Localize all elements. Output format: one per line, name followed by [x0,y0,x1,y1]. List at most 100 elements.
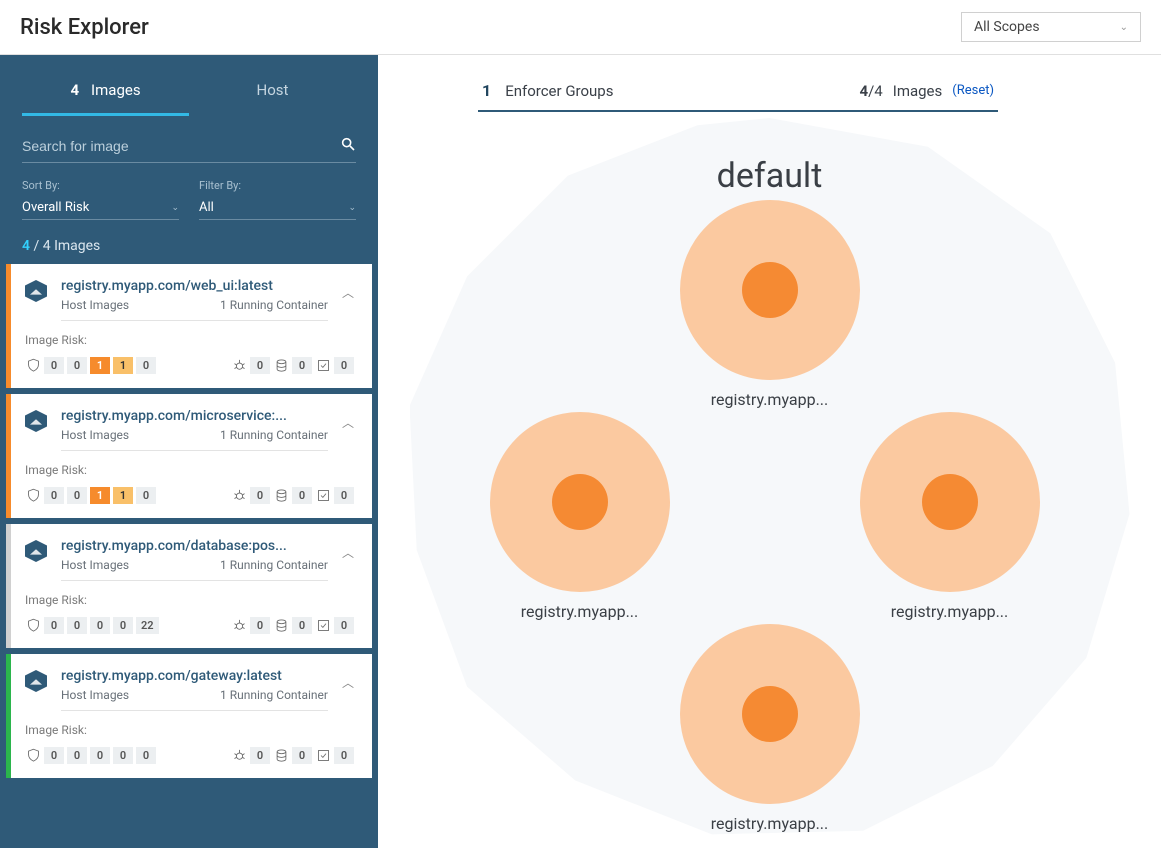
viz-node[interactable]: registry.myapp... [680,624,860,833]
risk-pill: 0 [250,487,270,504]
malware-group: 0 0 0 [231,487,354,504]
reset-link[interactable]: (Reset) [952,83,994,98]
sort-filter: Sort By: Overall Risk ⌄ [22,179,179,220]
image-risk-label: Image Risk: [25,593,354,607]
images-total: /4 [868,82,883,100]
search-icon[interactable] [340,136,356,156]
image-subtitle-right: 1 Running Container [220,688,328,702]
node-label: registry.myapp... [860,602,1040,621]
collapse-chevron-icon[interactable]: ︿ [342,284,354,301]
image-subtitle-left: Host Images [61,558,129,572]
risk-pill: 0 [113,617,133,634]
visualization-panel: 1 Enforcer Groups 4/4 Images (Reset) def… [378,55,1161,848]
shield-icon [25,618,41,634]
image-title[interactable]: registry.myapp.com/microservice:... [61,408,291,424]
risk-row: 00110 0 0 0 [25,357,354,374]
image-risk-label: Image Risk: [25,333,354,347]
sort-label: Sort By: [22,179,179,192]
shield-icon [25,358,41,374]
risk-pill: 0 [334,747,354,764]
filter-label: Filter By: [199,179,356,192]
node-circle-icon [680,200,860,380]
vulnerability-group: 00110 [25,487,156,504]
node-label: registry.myapp... [490,602,670,621]
image-title[interactable]: registry.myapp.com/database:pos... [61,538,291,554]
risk-pill: 0 [136,357,156,374]
database-icon [273,618,289,634]
risk-pill: 1 [90,357,110,374]
node-circle-icon [860,412,1040,592]
risk-pill: 0 [67,617,87,634]
main-layout: 4Images Host Sort By: Overall Risk ⌄ Fil… [0,55,1161,848]
risk-pill: 0 [250,747,270,764]
image-title[interactable]: registry.myapp.com/gateway:latest [61,668,291,684]
image-count-rest: / 4 Images [30,238,100,254]
enforcer-groups-count: 1 [482,81,491,100]
filter-value: All [199,200,214,215]
viz-node[interactable]: registry.myapp... [490,412,670,621]
risk-visualization: default registry.myapp... registry.myapp… [410,118,1130,838]
image-title[interactable]: registry.myapp.com/web_ui:latest [61,278,291,294]
tab-host[interactable]: Host [189,67,356,116]
filter-select[interactable]: All ⌄ [199,196,356,220]
image-risk-label: Image Risk: [25,463,354,477]
chevron-down-icon: ⌄ [171,203,179,213]
image-card[interactable]: registry.myapp.com/web_ui:latest Host Im… [6,264,372,388]
risk-pill: 0 [44,357,64,374]
images-label: Images [893,82,943,100]
image-card[interactable]: registry.myapp.com/microservice:... Host… [6,394,372,518]
search-row [22,130,356,163]
image-subtitle-left: Host Images [61,688,129,702]
database-icon [273,358,289,374]
tab-images-count: 4 [70,81,79,99]
image-risk-label: Image Risk: [25,723,354,737]
database-icon [273,748,289,764]
sort-select[interactable]: Overall Risk ⌄ [22,196,179,220]
risk-pill: 0 [136,747,156,764]
risk-pill: 0 [250,617,270,634]
scope-selector-value: All Scopes [974,19,1040,35]
image-hex-icon [25,540,47,562]
image-subtitle-left: Host Images [61,298,129,312]
sidebar: 4Images Host Sort By: Overall Risk ⌄ Fil… [0,55,378,848]
chevron-down-icon: ⌄ [1120,22,1128,33]
risk-pill: 1 [113,487,133,504]
collapse-chevron-icon[interactable]: ︿ [342,414,354,431]
risk-pill: 0 [292,357,312,374]
node-circle-icon [490,412,670,592]
risk-pill: 0 [67,487,87,504]
checkbox-icon [315,488,331,504]
enforcer-groups-label: Enforcer Groups [505,82,613,100]
viz-node[interactable]: registry.myapp... [680,200,860,409]
image-card[interactable]: registry.myapp.com/database:pos... Host … [6,524,372,648]
malware-group: 0 0 0 [231,617,354,634]
risk-pill: 0 [67,747,87,764]
risk-pill: 0 [90,747,110,764]
panel-header-right: 4/4 Images (Reset) [860,82,995,100]
images-fraction: 4/4 [860,82,883,100]
image-hex-icon [25,410,47,432]
node-label: registry.myapp... [680,390,860,409]
viz-node[interactable]: registry.myapp... [860,412,1040,621]
image-subtitle-right: 1 Running Container [220,558,328,572]
collapse-chevron-icon[interactable]: ︿ [342,544,354,561]
risk-pill: 0 [334,617,354,634]
risk-pill: 0 [250,357,270,374]
image-subtitle-right: 1 Running Container [220,298,328,312]
checkbox-icon [315,358,331,374]
checkbox-icon [315,748,331,764]
sidebar-tabs: 4Images Host [0,55,378,116]
vulnerability-group: 00110 [25,357,156,374]
collapse-chevron-icon[interactable]: ︿ [342,674,354,691]
risk-row: 000022 0 0 0 [25,617,354,634]
scope-selector[interactable]: All Scopes ⌄ [961,12,1141,42]
image-card[interactable]: registry.myapp.com/gateway:latest Host I… [6,654,372,778]
image-count-highlight: 4 [22,238,30,254]
bug-icon [231,618,247,634]
risk-pill: 22 [136,617,159,634]
risk-pill: 1 [113,357,133,374]
image-card-list: registry.myapp.com/web_ui:latest Host Im… [0,264,378,784]
vulnerability-group: 00000 [25,747,156,764]
tab-images[interactable]: 4Images [22,67,189,116]
search-input[interactable] [22,138,340,154]
